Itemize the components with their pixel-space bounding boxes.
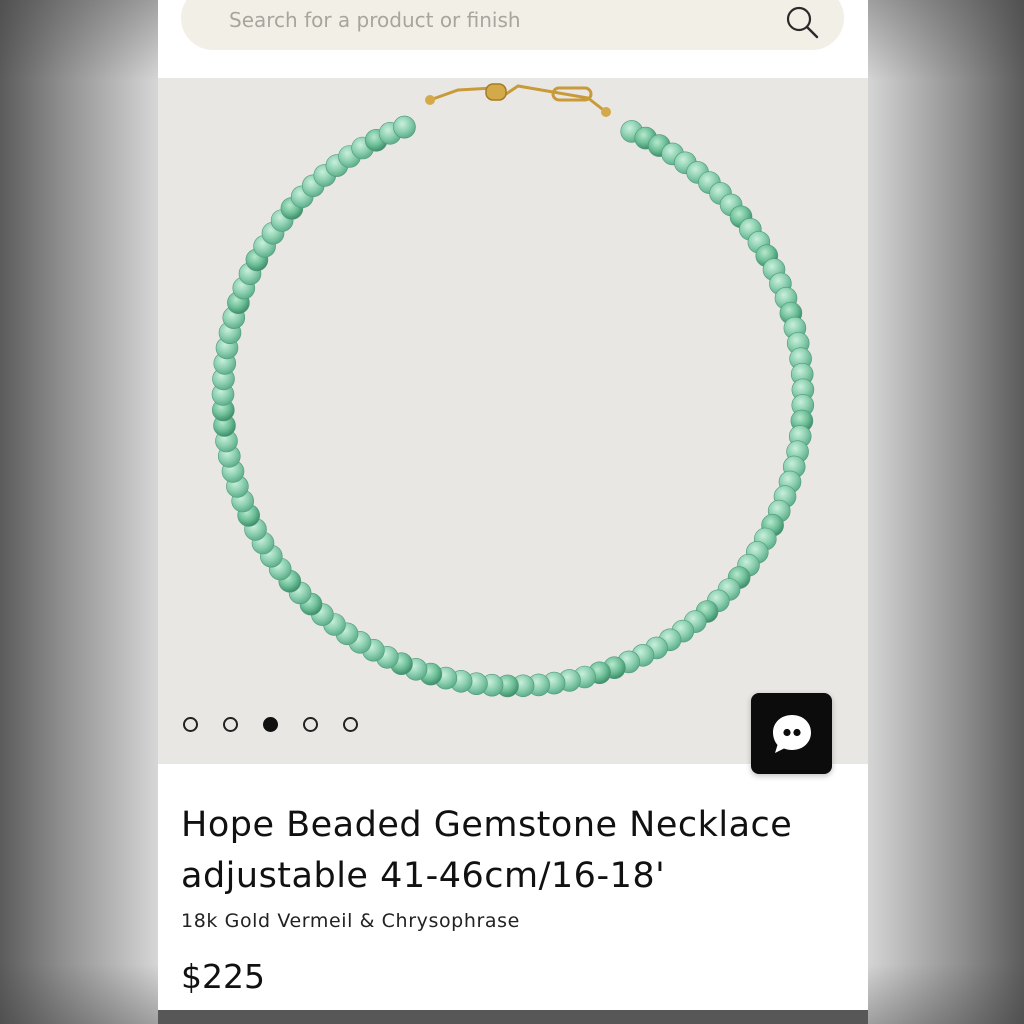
carousel-dot-1[interactable] (183, 716, 198, 732)
necklace-beads (211, 115, 815, 698)
search-input[interactable]: Search for a product or finish (229, 8, 521, 32)
phone-screen: Search for a product or finish Hope Bead… (158, 0, 868, 1010)
chat-bubble-icon (772, 714, 811, 753)
carousel-dot-4[interactable] (303, 716, 318, 732)
carousel-dot-2[interactable] (223, 716, 238, 732)
product-price: $225 (181, 957, 265, 996)
carousel-dot-3[interactable] (263, 716, 278, 732)
product-image[interactable] (158, 78, 868, 774)
carousel-dots (183, 714, 358, 734)
search-bar[interactable]: Search for a product or finish (181, 0, 844, 50)
carousel-dot-5[interactable] (343, 716, 358, 732)
bottom-bar (158, 1010, 868, 1024)
search-icon[interactable] (784, 4, 820, 40)
bead (393, 115, 416, 139)
necklace-image (211, 83, 815, 698)
product-title: Hope Beaded Gemstone Necklace adjustable… (181, 805, 793, 896)
necklace-clasp (425, 83, 611, 117)
product-subtitle: 18k Gold Vermeil & Chrysophrase (181, 910, 520, 932)
chat-button[interactable] (751, 693, 832, 774)
